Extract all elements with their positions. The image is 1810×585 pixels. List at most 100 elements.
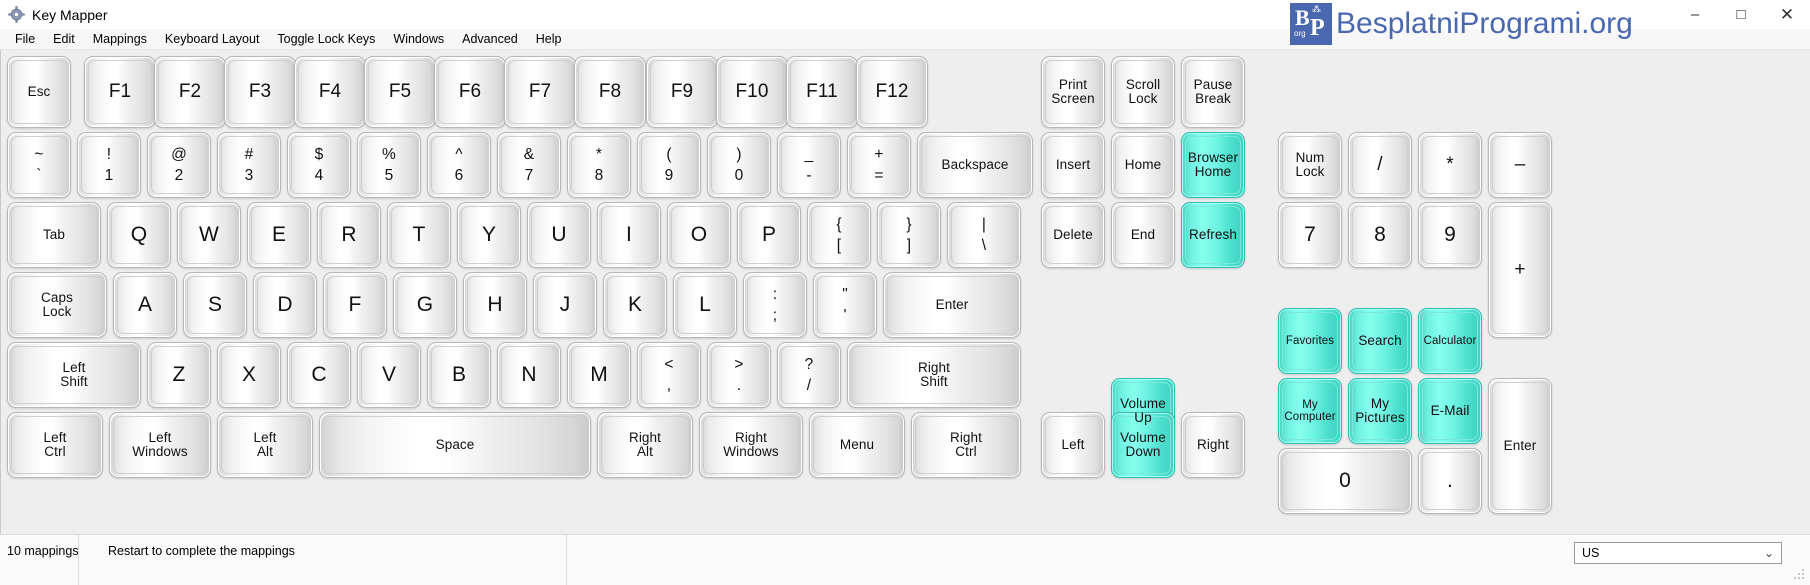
key-bracket-left[interactable]: {[ xyxy=(807,202,871,268)
close-button[interactable]: ✕ xyxy=(1764,0,1810,29)
key-my-computer[interactable]: My Computer xyxy=(1278,378,1342,444)
key-menu[interactable]: Menu xyxy=(809,412,905,478)
key-numpad-minus[interactable]: – xyxy=(1488,132,1552,198)
menu-item-keyboard-layout[interactable]: Keyboard Layout xyxy=(156,33,269,46)
resize-grip[interactable] xyxy=(1794,569,1806,581)
key-email[interactable]: E-Mail xyxy=(1418,378,1482,444)
key-bracket-right[interactable]: }] xyxy=(877,202,941,268)
key-semicolon[interactable]: :; xyxy=(743,272,807,338)
key-backtick[interactable]: ~ ` xyxy=(7,132,71,198)
key-print-screen[interactable]: Print Screen xyxy=(1041,56,1105,128)
key-end[interactable]: End xyxy=(1111,202,1175,268)
key-c[interactable]: C xyxy=(287,342,351,408)
key-arrow-right[interactable]: Right xyxy=(1181,412,1245,478)
key-6[interactable]: ^ 6 xyxy=(427,132,491,198)
key-f12[interactable]: F12 xyxy=(856,56,928,128)
key-o[interactable]: O xyxy=(667,202,731,268)
key-7[interactable]: & 7 xyxy=(497,132,561,198)
key-v[interactable]: V xyxy=(357,342,421,408)
key-f9[interactable]: F9 xyxy=(646,56,718,128)
key-numpad-plus[interactable]: + xyxy=(1488,202,1552,338)
key-e[interactable]: E xyxy=(247,202,311,268)
key-x[interactable]: X xyxy=(217,342,281,408)
key-i[interactable]: I xyxy=(597,202,661,268)
key-a[interactable]: A xyxy=(113,272,177,338)
key-f5[interactable]: F5 xyxy=(364,56,436,128)
key-favorites[interactable]: Favorites xyxy=(1278,308,1342,374)
key-search[interactable]: Search xyxy=(1348,308,1412,374)
key-delete[interactable]: Delete xyxy=(1041,202,1105,268)
key-insert[interactable]: Insert xyxy=(1041,132,1105,198)
key-k[interactable]: K xyxy=(603,272,667,338)
key-f[interactable]: F xyxy=(323,272,387,338)
maximize-button[interactable]: □ xyxy=(1718,0,1764,29)
key-d[interactable]: D xyxy=(253,272,317,338)
menu-item-help[interactable]: Help xyxy=(527,33,571,46)
key-numpad-0[interactable]: 0 xyxy=(1278,448,1412,514)
key-f11[interactable]: F11 xyxy=(786,56,858,128)
key-f1[interactable]: F1 xyxy=(84,56,156,128)
key-f6[interactable]: F6 xyxy=(434,56,506,128)
menu-item-file[interactable]: File xyxy=(6,33,44,46)
key-calculator[interactable]: Calculator xyxy=(1418,308,1482,374)
key-h[interactable]: H xyxy=(463,272,527,338)
key-minus[interactable]: _ - xyxy=(777,132,841,198)
key-p[interactable]: P xyxy=(737,202,801,268)
key-4[interactable]: $4 xyxy=(287,132,351,198)
key-tab[interactable]: Tab xyxy=(7,202,101,268)
key-numpad-decimal[interactable]: . xyxy=(1418,448,1482,514)
minimize-button[interactable]: – xyxy=(1672,0,1718,29)
key-1[interactable]: ! 1 xyxy=(77,132,141,198)
key-arrow-left[interactable]: Left xyxy=(1041,412,1105,478)
key-num-lock[interactable]: Num Lock xyxy=(1278,132,1342,198)
key-l[interactable]: L xyxy=(673,272,737,338)
key-slash[interactable]: ? / xyxy=(777,342,841,408)
key-numpad-divide[interactable]: / xyxy=(1348,132,1412,198)
key-f3[interactable]: F3 xyxy=(224,56,296,128)
key-browser-home[interactable]: Browser Home xyxy=(1181,132,1245,198)
key-n[interactable]: N xyxy=(497,342,561,408)
key-enter[interactable]: Enter xyxy=(883,272,1021,338)
menu-item-advanced[interactable]: Advanced xyxy=(453,33,527,46)
key-left-shift[interactable]: Left Shift xyxy=(7,342,141,408)
key-escape[interactable]: Esc xyxy=(7,56,71,128)
key-f8[interactable]: F8 xyxy=(574,56,646,128)
key-g[interactable]: G xyxy=(393,272,457,338)
key-space[interactable]: Space xyxy=(319,412,591,478)
key-s[interactable]: S xyxy=(183,272,247,338)
key-left-alt[interactable]: Left Alt xyxy=(217,412,313,478)
key-2[interactable]: @2 xyxy=(147,132,211,198)
key-f10[interactable]: F10 xyxy=(716,56,788,128)
key-right-ctrl[interactable]: Right Ctrl xyxy=(911,412,1021,478)
menu-item-mappings[interactable]: Mappings xyxy=(84,33,156,46)
key-numpad-multiply[interactable]: * xyxy=(1418,132,1482,198)
key-quote[interactable]: " ' xyxy=(813,272,877,338)
key-backspace[interactable]: Backspace xyxy=(917,132,1033,198)
key-m[interactable]: M xyxy=(567,342,631,408)
key-3[interactable]: #3 xyxy=(217,132,281,198)
key-j[interactable]: J xyxy=(533,272,597,338)
key-period[interactable]: >. xyxy=(707,342,771,408)
key-8[interactable]: * 8 xyxy=(567,132,631,198)
key-r[interactable]: R xyxy=(317,202,381,268)
key-u[interactable]: U xyxy=(527,202,591,268)
key-refresh[interactable]: Refresh xyxy=(1181,202,1245,268)
key-left-ctrl[interactable]: Left Ctrl xyxy=(7,412,103,478)
key-f2[interactable]: F2 xyxy=(154,56,226,128)
key-b[interactable]: B xyxy=(427,342,491,408)
key-q[interactable]: Q xyxy=(107,202,171,268)
menu-item-toggle-lock-keys[interactable]: Toggle Lock Keys xyxy=(268,33,384,46)
key-5[interactable]: % 5 xyxy=(357,132,421,198)
key-backslash[interactable]: | \ xyxy=(947,202,1021,268)
key-equals[interactable]: + = xyxy=(847,132,911,198)
key-numpad-9[interactable]: 9 xyxy=(1418,202,1482,268)
key-numpad-enter[interactable]: Enter xyxy=(1488,378,1552,514)
menu-item-windows[interactable]: Windows xyxy=(384,33,453,46)
key-left-windows[interactable]: Left Windows xyxy=(109,412,211,478)
key-f4[interactable]: F4 xyxy=(294,56,366,128)
key-right-shift[interactable]: Right Shift xyxy=(847,342,1021,408)
key-w[interactable]: W xyxy=(177,202,241,268)
key-my-pictures[interactable]: My Pictures xyxy=(1348,378,1412,444)
menu-item-edit[interactable]: Edit xyxy=(44,33,84,46)
key-comma[interactable]: <, xyxy=(637,342,701,408)
